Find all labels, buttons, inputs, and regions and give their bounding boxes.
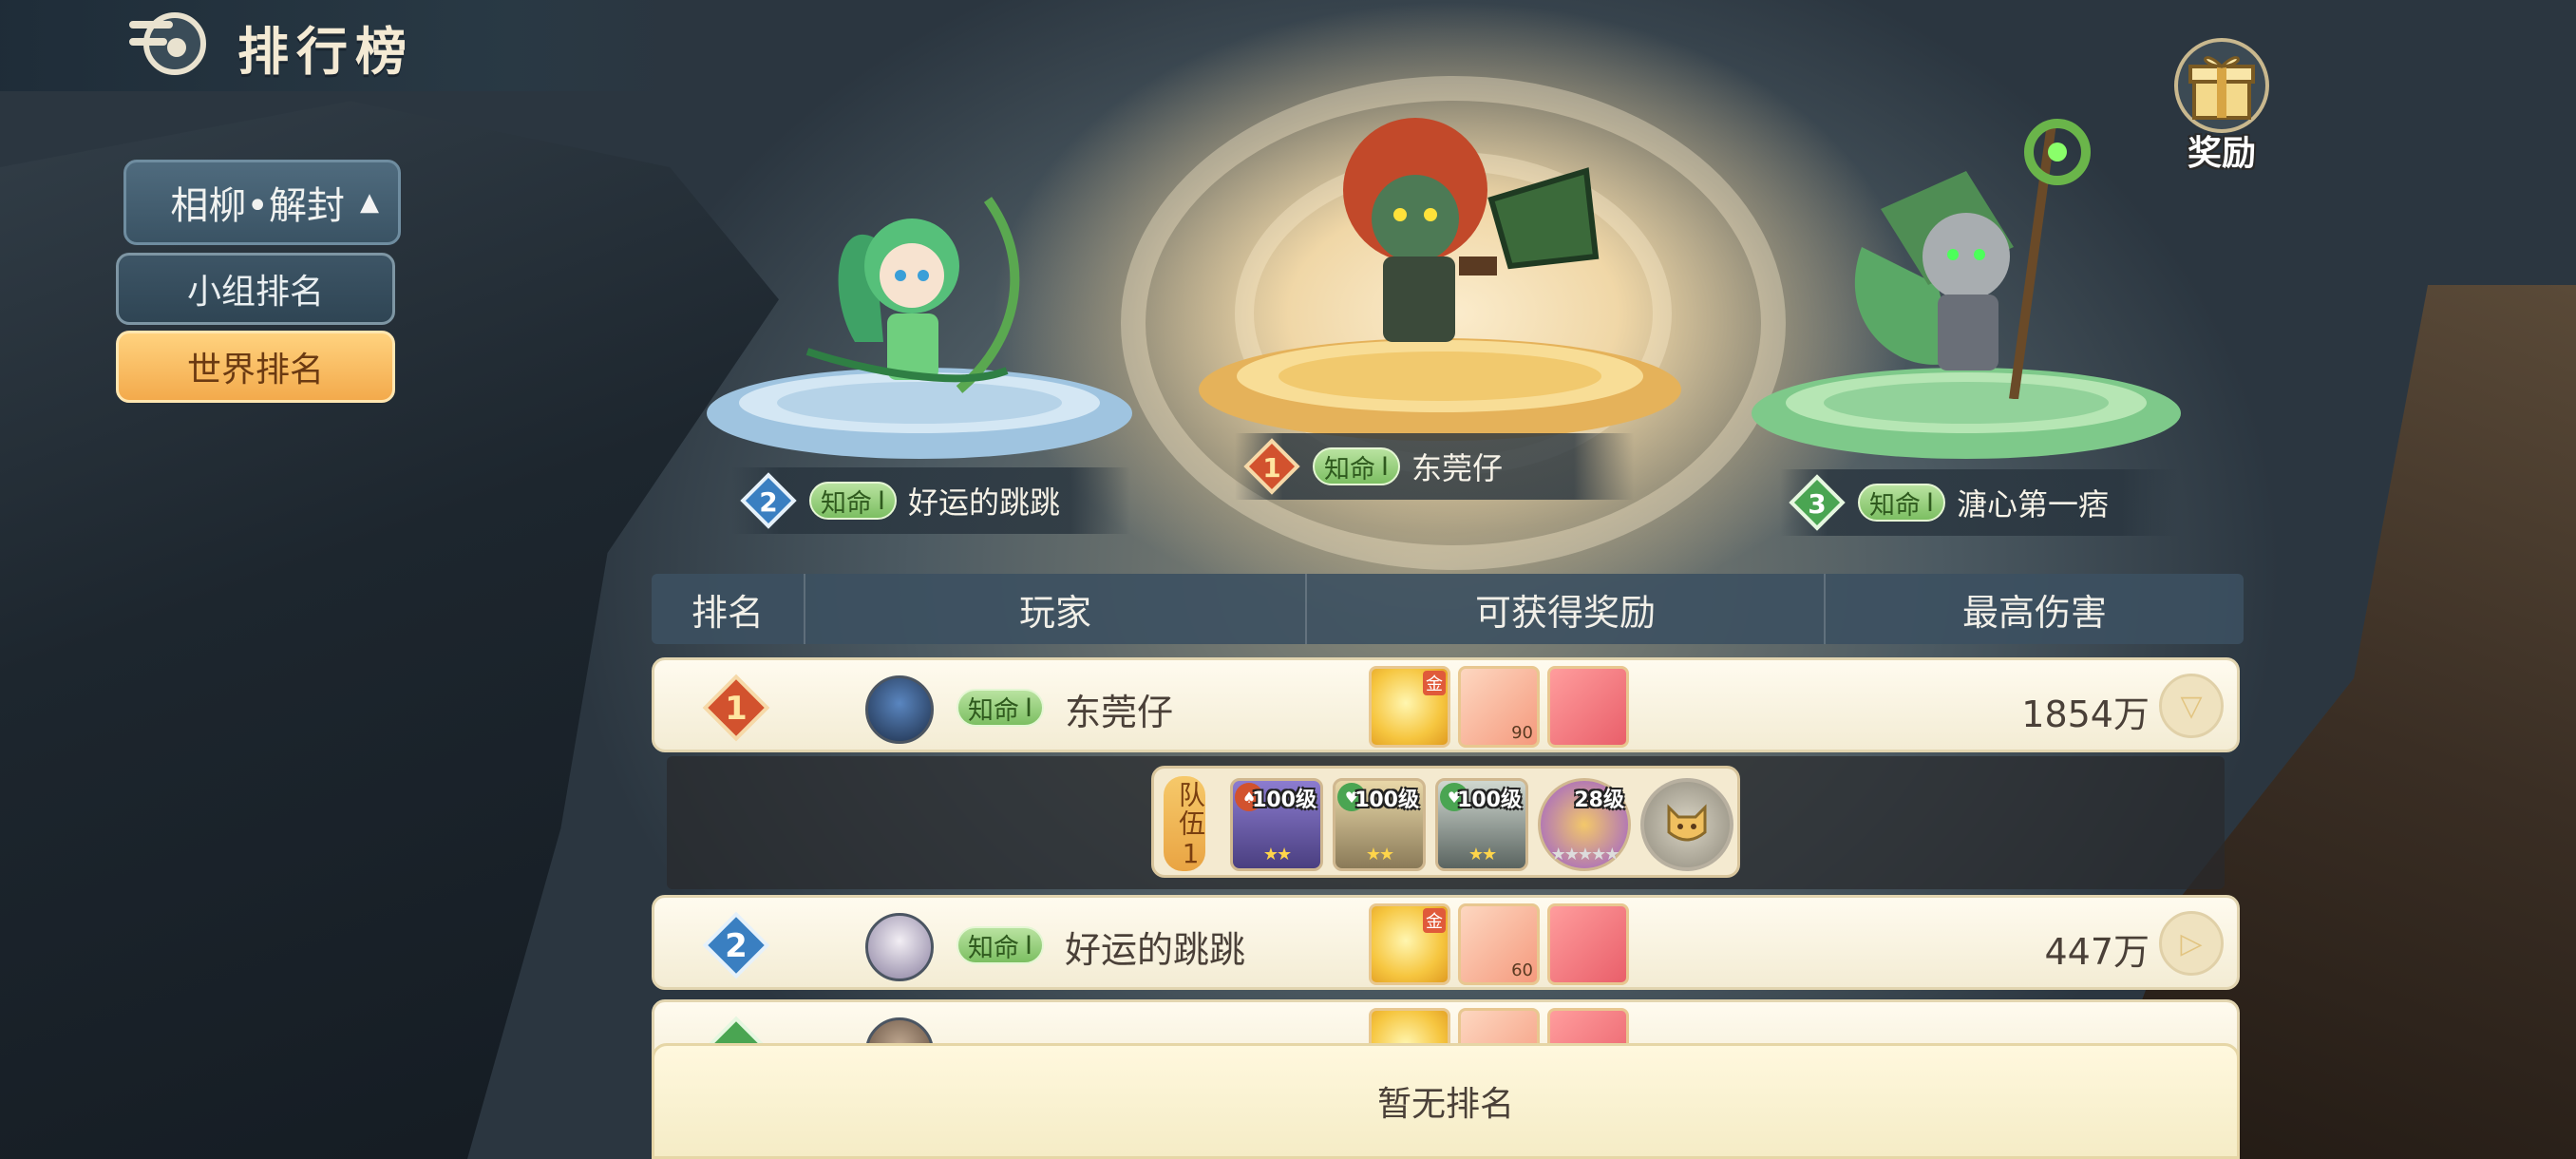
rank-2-icon: 2 xyxy=(740,472,797,529)
rank-number: 3 xyxy=(1808,488,1826,520)
player-name: 好运的跳跳 xyxy=(907,484,1060,521)
group-rank-button[interactable]: 小组排名 xyxy=(116,253,395,325)
title-tag-text: 知命 xyxy=(821,488,872,519)
rank-number: 1 xyxy=(725,690,748,728)
chevron-down-icon: ▽ xyxy=(2180,689,2203,723)
max-damage: 447万 xyxy=(2044,931,2150,973)
podium-1-nameplate: 1 知命 Ⅰ 东莞仔 xyxy=(1235,433,1634,500)
reward-item-gold[interactable]: 金 xyxy=(1369,903,1450,985)
reward-item-ring[interactable] xyxy=(1547,903,1629,985)
column-header-damage: 最高伤害 xyxy=(1961,591,2107,634)
team-hero[interactable]: ♥ 100级 ★★ xyxy=(1435,778,1528,871)
reward-item-staff[interactable]: 60 xyxy=(1458,903,1540,985)
star-rating: ★★ xyxy=(1262,845,1292,864)
hero-level: 100级 xyxy=(1354,788,1419,812)
column-header-rank: 排名 xyxy=(652,574,805,644)
item-count: 90 xyxy=(1511,723,1533,743)
avatar[interactable] xyxy=(865,913,934,981)
hero-character-1 xyxy=(1343,118,1600,342)
star-rating: ★★★★★ xyxy=(1550,845,1620,864)
title-tag: 知命 Ⅰ xyxy=(809,482,897,520)
world-rank-button[interactable]: 世界排名 xyxy=(116,331,395,403)
page-title: 排行榜 xyxy=(237,21,414,82)
collapse-button[interactable]: ▽ xyxy=(2159,674,2224,738)
hero-level: 100级 xyxy=(1457,788,1522,812)
rank-3-icon: 3 xyxy=(1789,474,1846,531)
gift-icon xyxy=(2174,38,2269,133)
item-tag: 金 xyxy=(1423,671,1446,695)
rank-number: 2 xyxy=(725,927,748,965)
rank-number: 2 xyxy=(759,486,777,518)
rank-1-icon: 1 xyxy=(1243,438,1300,495)
title-tag-text: 知命 xyxy=(968,695,1019,726)
hero-character-2 xyxy=(805,197,1020,393)
expand-button[interactable]: ▷ xyxy=(2159,911,2224,976)
chevron-up-icon: ▲ xyxy=(360,188,379,217)
avatar[interactable] xyxy=(865,675,934,744)
title-tag-text: 知命 xyxy=(1869,490,1921,521)
rank-2-icon: 2 xyxy=(702,911,770,979)
title-level: Ⅰ xyxy=(878,485,885,516)
title-level: Ⅰ xyxy=(1025,693,1032,723)
item-tag: 金 xyxy=(1423,908,1446,933)
back-icon[interactable] xyxy=(125,6,217,82)
team-panel: 队伍1 ♠ 100级 ★★ ♥ 100级 ★★ ♥ 100级 ★★ 28级 ★★… xyxy=(1151,766,1740,878)
team-weapon[interactable]: 28级 ★★★★★ xyxy=(1538,778,1631,871)
title-tag-text: 知命 xyxy=(968,933,1019,963)
hero-character-3 xyxy=(1854,119,2091,399)
my-rank-bar: 暂无排名 xyxy=(652,1043,2240,1159)
title-level: Ⅰ xyxy=(1381,451,1389,482)
column-header-player: 玩家 xyxy=(805,574,1307,644)
item-count: 60 xyxy=(1511,960,1533,980)
title-tag: 知命 Ⅰ xyxy=(957,926,1044,964)
podium-2-nameplate: 2 知命 Ⅰ 好运的跳跳 xyxy=(731,467,1130,534)
table-row[interactable]: 2 知命 Ⅰ 好运的跳跳 金 60 447万 ▷ xyxy=(652,895,2240,990)
weapon-level: 28级 xyxy=(1574,788,1624,812)
title-level: Ⅰ xyxy=(1926,487,1934,518)
reward-item-gold[interactable]: 金 xyxy=(1369,666,1450,748)
max-damage: 1854万 xyxy=(2021,694,2150,735)
ranking-table-header: 排名 玩家 可获得奖励 最高伤害 xyxy=(652,574,2244,644)
rank-1-icon: 1 xyxy=(702,674,770,742)
team-hero[interactable]: ♥ 100级 ★★ xyxy=(1333,778,1426,871)
team-label: 队伍1 xyxy=(1164,776,1206,871)
title-tag: 知命 Ⅰ xyxy=(1313,447,1400,485)
title-tag: 知命 Ⅰ xyxy=(957,689,1044,727)
player-name: 好运的跳跳 xyxy=(1065,929,1246,971)
star-rating: ★★ xyxy=(1365,845,1394,864)
player-name: 溏心第一痞 xyxy=(1956,486,2109,522)
title-tag-text: 知命 xyxy=(1324,454,1375,484)
player-name: 东莞仔 xyxy=(1065,692,1174,733)
pet-icon xyxy=(1667,804,1707,842)
title-level: Ⅰ xyxy=(1025,930,1032,960)
table-row[interactable]: 1 知命 Ⅰ 东莞仔 金 90 1854万 ▽ xyxy=(652,657,2240,752)
star-rating: ★★ xyxy=(1468,845,1497,864)
team-hero[interactable]: ♠ 100级 ★★ xyxy=(1230,778,1323,871)
reward-button[interactable]: 奖励 xyxy=(2166,38,2278,173)
mode-selector[interactable]: 相柳•解封 ▲ xyxy=(123,160,401,245)
reward-label: 奖励 xyxy=(2187,134,2256,173)
rank-number: 1 xyxy=(1262,452,1280,484)
header-bar: 排行榜 xyxy=(0,0,674,91)
pet-slot[interactable] xyxy=(1640,778,1733,871)
hero-level: 100级 xyxy=(1252,788,1316,812)
chevron-right-icon: ▷ xyxy=(2180,926,2203,960)
player-name: 东莞仔 xyxy=(1411,450,1503,486)
title-tag: 知命 Ⅰ xyxy=(1858,484,1945,522)
reward-item-ring[interactable] xyxy=(1547,666,1629,748)
podium-3-nameplate: 3 知命 Ⅰ 溏心第一痞 xyxy=(1780,469,2179,536)
mode-selector-label: 相柳•解封 xyxy=(170,184,345,228)
reward-item-staff[interactable]: 90 xyxy=(1458,666,1540,748)
column-header-reward: 可获得奖励 xyxy=(1307,574,1826,644)
